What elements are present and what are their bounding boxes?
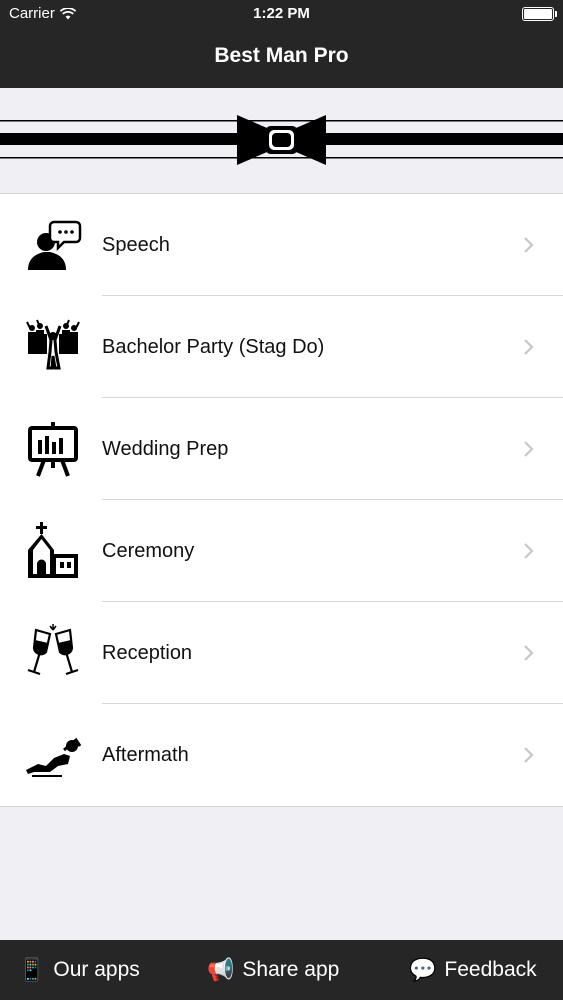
presentation-board-icon xyxy=(28,422,78,477)
menu-item-label: Reception xyxy=(102,642,193,664)
our-apps-button[interactable]: 📱 Our apps xyxy=(18,940,140,1000)
menu-item-label: Ceremony xyxy=(102,540,195,562)
feedback-label: Feedback xyxy=(444,958,537,981)
chevron-right-icon xyxy=(524,747,534,763)
chevron-right-icon xyxy=(524,543,534,559)
menu-item-wedding-prep[interactable]: Wedding Prep xyxy=(0,398,563,500)
speech-person-icon xyxy=(28,220,82,270)
menu-item-reception[interactable]: Reception xyxy=(0,602,563,704)
screen: Carrier 1:22 PM Best Man Pro Speech Bach… xyxy=(0,0,563,1000)
reclining-person-icon xyxy=(26,737,82,777)
champagne-toast-icon xyxy=(27,624,79,676)
bottom-toolbar: 📱 Our apps 📢 Share app 💬 Feedback xyxy=(0,940,563,1000)
megaphone-icon: 📢 xyxy=(207,957,235,982)
menu-item-label: Bachelor Party (Stag Do) xyxy=(102,336,325,358)
feedback-button[interactable]: 💬 Feedback xyxy=(409,940,537,1000)
share-app-label: Share app xyxy=(242,958,340,981)
speech-bubble-icon: 💬 xyxy=(409,957,437,982)
chevron-right-icon xyxy=(524,645,534,661)
church-icon xyxy=(28,522,78,578)
battery-icon xyxy=(522,7,557,21)
status-bar: Carrier 1:22 PM xyxy=(0,0,563,28)
menu-item-label: Speech xyxy=(102,234,170,256)
page-title: Best Man Pro xyxy=(214,44,349,67)
chevron-right-icon xyxy=(524,237,534,253)
chevron-right-icon xyxy=(524,339,534,355)
bowtie-banner xyxy=(0,88,563,192)
menu-item-speech[interactable]: Speech xyxy=(0,194,563,296)
party-crowd-icon xyxy=(26,319,80,370)
chevron-right-icon xyxy=(524,441,534,457)
menu-item-aftermath[interactable]: Aftermath xyxy=(0,704,563,806)
menu-item-bachelor-party[interactable]: Bachelor Party (Stag Do) xyxy=(0,296,563,398)
our-apps-label: Our apps xyxy=(53,958,140,981)
bowtie-icon xyxy=(0,115,563,165)
top-bar: Carrier 1:22 PM Best Man Pro xyxy=(0,0,563,88)
clock: 1:22 PM xyxy=(253,5,310,22)
share-app-button[interactable]: 📢 Share app xyxy=(207,940,339,1000)
menu-item-ceremony[interactable]: Ceremony xyxy=(0,500,563,602)
menu-item-label: Wedding Prep xyxy=(102,438,229,460)
menu-list: Speech Bachelor Party (Stag Do) Wedding … xyxy=(0,193,563,807)
phone-icon: 📱 xyxy=(18,957,46,982)
menu-item-label: Aftermath xyxy=(102,744,189,766)
